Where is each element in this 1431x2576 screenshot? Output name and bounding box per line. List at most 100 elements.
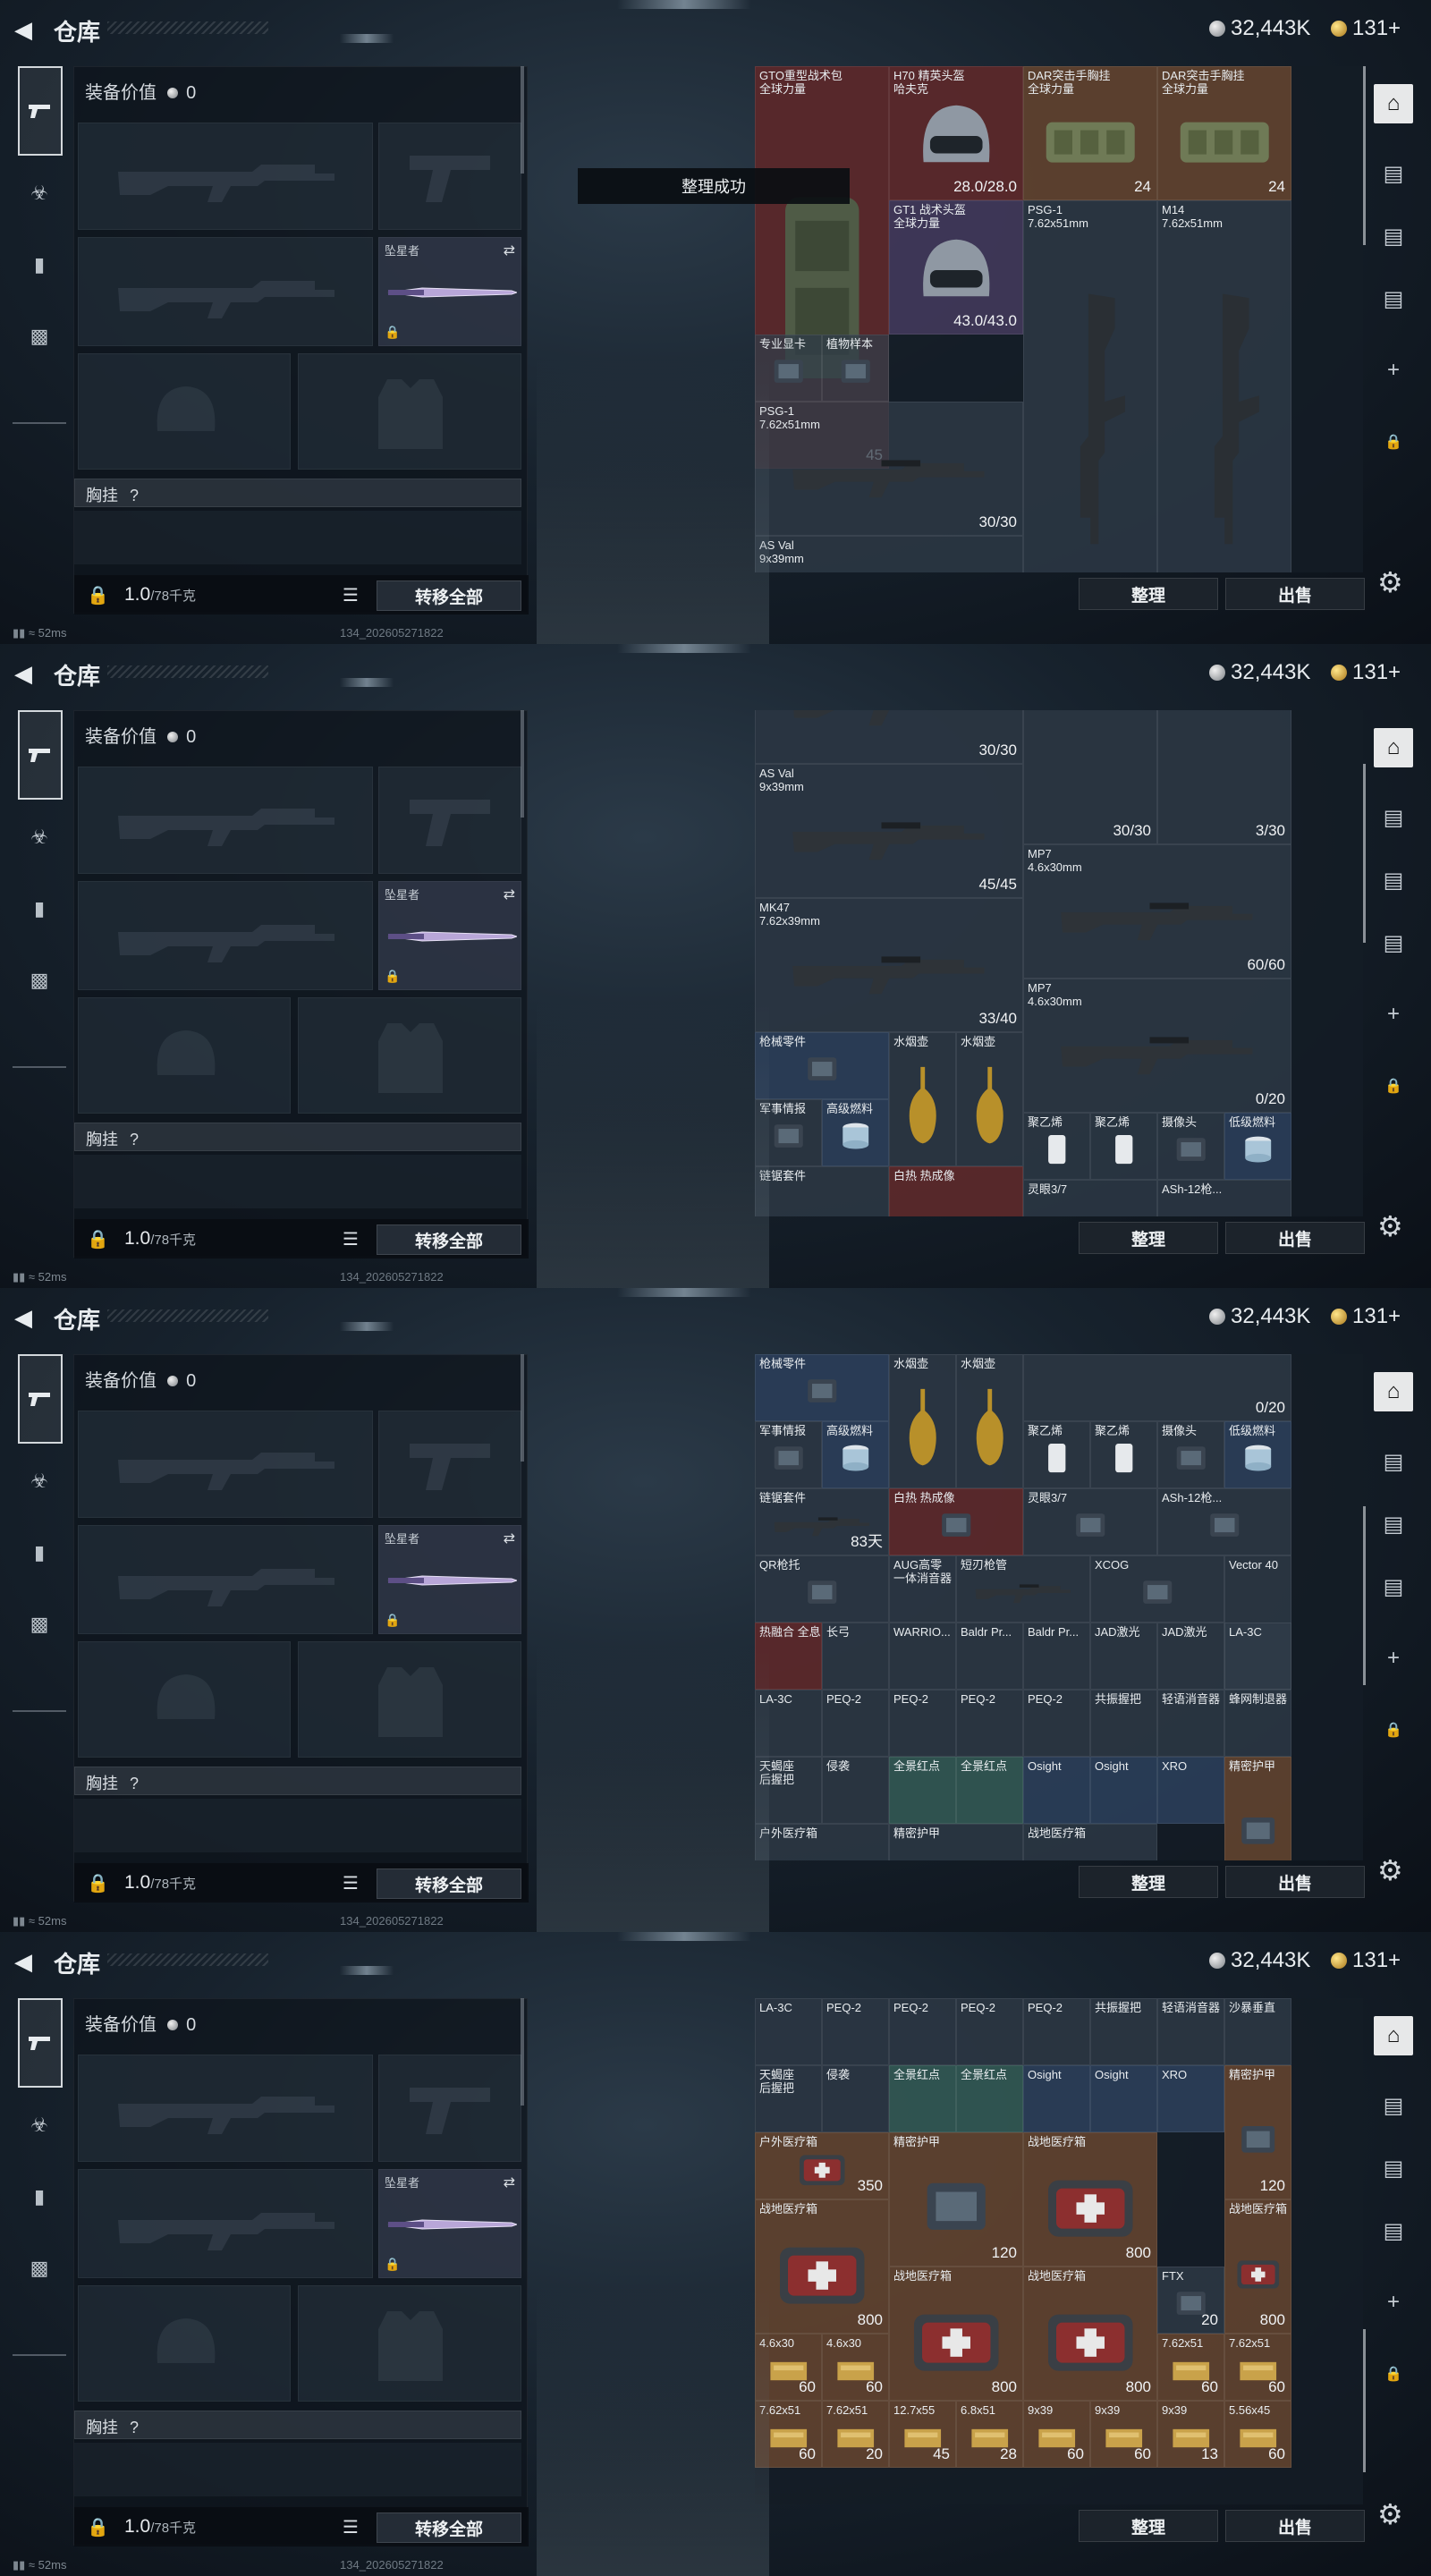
inventory-item[interactable]: 4.6x30 60 (755, 2334, 822, 2401)
inventory-item[interactable]: 精密护甲 120 (889, 2132, 1023, 2267)
back-button[interactable]: ◀ (14, 660, 32, 688)
chest-rig-help-icon[interactable]: ? (130, 1775, 139, 1792)
helmet-slot[interactable] (78, 2285, 291, 2402)
inventory-item[interactable]: 枪械零件 (755, 1032, 889, 1099)
add-storage-button[interactable]: + (1374, 2283, 1413, 2322)
inventory-item[interactable]: ASh-12枪... (1157, 1488, 1291, 1555)
inventory-item[interactable]: H70 精英头盔 哈夫克 28.0/28.0 (889, 66, 1023, 200)
inventory-item[interactable]: 轻语消音器 (1157, 1690, 1224, 1757)
inventory-item[interactable]: 短刃枪管 (956, 1555, 1090, 1623)
inventory-item[interactable]: 精密护甲 (1224, 1757, 1291, 1860)
inventory-item[interactable]: 低级燃料 (1224, 1113, 1291, 1180)
inventory-item[interactable]: AS Val 9x39mm (755, 536, 1023, 572)
chest-rig-slot[interactable]: 胸挂 ? (74, 1123, 521, 1151)
inventory-item[interactable]: 热融合 全息 (755, 1623, 822, 1690)
storage-tab-2[interactable]: ▤ (1374, 1504, 1413, 1544)
list-icon[interactable]: ☰ (343, 1872, 359, 1894)
inventory-item[interactable]: 战地医疗箱 800 (1023, 2267, 1157, 2401)
storage-tab-2[interactable]: ▤ (1374, 860, 1413, 900)
inventory-item[interactable]: 摄像头 (1157, 1421, 1224, 1488)
inventory-item[interactable]: 12.7x55 45 (889, 2401, 956, 2468)
inventory-item[interactable]: GT1 战术头盔 全球力量 43.0/43.0 (889, 200, 1023, 335)
helmet-slot[interactable] (78, 1641, 291, 1758)
chest-rig-slot[interactable]: 胸挂 ? (74, 479, 521, 507)
back-button[interactable]: ◀ (14, 1304, 32, 1332)
storage-tab-all[interactable]: ⌂ (1374, 2016, 1413, 2055)
inventory-item[interactable]: 灵眼3/7 (1023, 1180, 1157, 1216)
armor-slot[interactable] (298, 353, 521, 470)
helmet-slot[interactable] (78, 997, 291, 1114)
chest-rig-help-icon[interactable]: ? (130, 2419, 139, 2436)
inventory-item[interactable]: Osight (1023, 1757, 1090, 1824)
list-icon[interactable]: ☰ (343, 2516, 359, 2538)
inventory-item[interactable]: M14 7.62x51mm3/30 (1157, 200, 1291, 572)
inventory-item[interactable]: 植物样本 (822, 335, 889, 402)
inventory-item[interactable]: 6.8x51 28 (956, 2401, 1023, 2468)
inventory-item[interactable]: 聚乙烯 (1023, 1421, 1090, 1488)
inventory-item[interactable]: MP7 4.6x30mm 0/20 (1023, 979, 1291, 1113)
inventory-item[interactable]: 水烟壶 (956, 1032, 1023, 1166)
inventory-item[interactable]: 侵袭 (822, 1757, 889, 1824)
inventory-item[interactable]: Osight (1023, 2065, 1090, 2132)
helmet-slot[interactable] (78, 353, 291, 470)
armor-tab[interactable]: ☣ (20, 174, 59, 213)
armor-slot[interactable] (298, 2285, 521, 2402)
inventory-item[interactable]: 长弓 (822, 1623, 889, 1690)
inventory-item[interactable]: MP7 4.6x30mm 60/60 (1023, 844, 1291, 979)
settings-gear-icon[interactable]: ⚙ (1377, 1853, 1403, 1887)
inventory-item[interactable]: 军事情报 (755, 1421, 822, 1488)
gold-currency[interactable]: 131+ (1331, 16, 1401, 41)
silver-currency[interactable]: 32,443K (1209, 660, 1310, 685)
warehouse-scrollbar[interactable] (1363, 1506, 1366, 1685)
inventory-item[interactable]: 共振握把 (1090, 1998, 1157, 2065)
sidearm-slot[interactable] (378, 1411, 521, 1518)
inventory-item[interactable]: PEQ-2 (1023, 1998, 1090, 2065)
case-tab[interactable]: ▩ (20, 961, 59, 1000)
backpack-tab[interactable]: ▮ (20, 1533, 59, 1572)
sell-button[interactable]: 出售 (1225, 2510, 1365, 2542)
inventory-item[interactable]: 9x39 60 (1023, 2401, 1090, 2468)
warehouse-scrollbar[interactable] (1363, 764, 1366, 943)
settings-gear-icon[interactable]: ⚙ (1377, 565, 1403, 599)
armor-tab[interactable]: ☣ (20, 2106, 59, 2145)
inventory-item[interactable]: 9x39 13 (1157, 2401, 1224, 2468)
inventory-item[interactable]: 低级燃料 (1224, 1421, 1291, 1488)
storage-tab-1[interactable]: ▤ (1374, 2086, 1413, 2125)
inventory-item[interactable]: 战地医疗箱 800 (889, 2267, 1023, 2401)
inventory-item[interactable]: 战地医疗箱 800 (1023, 2132, 1157, 2267)
inventory-item[interactable]: 链锯套件 (755, 1166, 889, 1216)
inventory-item[interactable]: 户外医疗箱 (755, 1824, 889, 1860)
gold-currency[interactable]: 131+ (1331, 1948, 1401, 1973)
inventory-item[interactable]: 共振握把 (1090, 1690, 1157, 1757)
inventory-item[interactable]: 5.56x45 60 (1224, 2401, 1291, 2468)
silver-currency[interactable]: 32,443K (1209, 1304, 1310, 1329)
silver-currency[interactable]: 32,443K (1209, 16, 1310, 41)
weapon-tab[interactable] (18, 66, 63, 156)
silver-currency[interactable]: 32,443K (1209, 1948, 1310, 1973)
warehouse-scrollbar[interactable] (1363, 2329, 1366, 2472)
gold-currency[interactable]: 131+ (1331, 660, 1401, 685)
inventory-item[interactable]: 侵袭 (822, 2065, 889, 2132)
sort-button[interactable]: 整理 (1079, 578, 1218, 610)
primary-weapon-slot[interactable] (78, 123, 373, 230)
back-button[interactable]: ◀ (14, 16, 32, 44)
move-all-button[interactable]: 转移全部 (377, 1224, 521, 1255)
inventory-item[interactable]: QR枪托 (755, 1555, 889, 1623)
swap-icon[interactable]: ⇄ (504, 242, 515, 259)
sort-button[interactable]: 整理 (1079, 1222, 1218, 1254)
primary-weapon-slot[interactable] (78, 1411, 373, 1518)
case-tab[interactable]: ▩ (20, 317, 59, 356)
swap-icon[interactable]: ⇄ (504, 2174, 515, 2191)
inventory-item[interactable]: PEQ-2 (889, 1690, 956, 1757)
back-button[interactable]: ◀ (14, 1948, 32, 1976)
inventory-item[interactable]: PEQ-2 (956, 1690, 1023, 1757)
move-all-button[interactable]: 转移全部 (377, 1868, 521, 1899)
add-storage-button[interactable]: + (1374, 995, 1413, 1034)
inventory-item[interactable]: XRO (1157, 1757, 1224, 1824)
storage-tab-3[interactable]: ▤ (1374, 923, 1413, 962)
secondary-weapon-slot[interactable] (78, 1525, 373, 1634)
inventory-item[interactable]: 30/30 (755, 710, 1023, 764)
inventory-item[interactable]: 高级燃料 (822, 1099, 889, 1166)
inventory-item[interactable]: PSG-1 7.62x51mm 30/30 (755, 402, 1023, 536)
list-icon[interactable]: ☰ (343, 1228, 359, 1250)
